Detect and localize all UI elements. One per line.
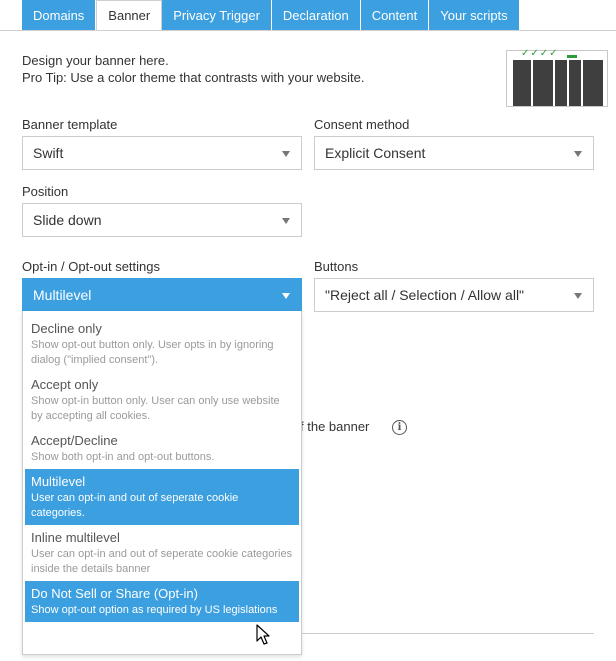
option-description: Show both opt-in and opt-out buttons. bbox=[31, 451, 215, 463]
tab-domains[interactable]: Domains bbox=[22, 0, 97, 30]
option-title: Accept only bbox=[31, 377, 99, 392]
tab-bar: Domains Banner Privacy Trigger Declarati… bbox=[22, 0, 520, 30]
consent-method-label: Consent method bbox=[314, 117, 410, 132]
chevron-down-icon bbox=[574, 151, 582, 157]
banner-option-label: f the banner bbox=[300, 419, 370, 434]
tab-declaration[interactable]: Declaration bbox=[271, 0, 361, 30]
section-divider bbox=[300, 633, 594, 634]
optin-settings-select[interactable]: Multilevel bbox=[22, 278, 302, 312]
preview-column bbox=[513, 60, 531, 106]
preview-dash bbox=[567, 55, 577, 58]
dropdown-option-accept-only[interactable]: Accept only Show opt-in button only. Use… bbox=[25, 372, 299, 428]
tab-banner[interactable]: Banner bbox=[96, 0, 163, 30]
consent-method-value: Explicit Consent bbox=[325, 145, 426, 161]
option-title: Do Not Sell or Share (Opt-in) bbox=[31, 586, 198, 601]
option-title: Multilevel bbox=[31, 474, 86, 489]
banner-template-value: Swift bbox=[33, 145, 64, 161]
buttons-label: Buttons bbox=[314, 259, 359, 274]
tab-divider bbox=[0, 30, 616, 31]
option-description: Show opt-out button only. User opts in b… bbox=[31, 339, 274, 366]
optin-dropdown-list: Decline only Show opt-out button only. U… bbox=[22, 311, 302, 655]
consent-method-select[interactable]: Explicit Consent bbox=[314, 136, 594, 170]
preview-column bbox=[583, 60, 603, 106]
tab-content[interactable]: Content bbox=[360, 0, 430, 30]
dropdown-option-multilevel[interactable]: Multilevel User can opt-in and out of se… bbox=[25, 469, 299, 525]
info-icon[interactable]: i bbox=[392, 420, 407, 435]
option-description: User can opt-in and out of seperate cook… bbox=[31, 492, 239, 519]
intro-text: Design your banner here. Pro Tip: Use a … bbox=[22, 52, 364, 86]
preview-column bbox=[533, 60, 553, 106]
intro-line-2: Pro Tip: Use a color theme that contrast… bbox=[22, 70, 365, 85]
option-description: User can opt-in and out of seperate cook… bbox=[31, 548, 293, 575]
buttons-select[interactable]: "Reject all / Selection / Allow all" bbox=[314, 278, 594, 312]
mouse-cursor-icon bbox=[256, 624, 270, 645]
option-title: Decline only bbox=[31, 321, 102, 336]
dropdown-option-inline-multilevel[interactable]: Inline multilevel User can opt-in and ou… bbox=[25, 525, 299, 581]
preview-column bbox=[555, 60, 567, 106]
position-value: Slide down bbox=[33, 212, 102, 228]
tab-privacy-trigger[interactable]: Privacy Trigger bbox=[162, 0, 272, 30]
intro-line-1: Design your banner here. bbox=[22, 53, 169, 68]
option-title: Inline multilevel bbox=[31, 530, 120, 545]
dropdown-option-accept-decline[interactable]: Accept/Decline Show both opt-in and opt-… bbox=[25, 428, 299, 469]
chevron-down-icon bbox=[574, 293, 582, 299]
banner-template-label: Banner template bbox=[22, 117, 118, 132]
optin-settings-value: Multilevel bbox=[33, 287, 92, 303]
chevron-down-icon bbox=[282, 218, 290, 224]
buttons-value: "Reject all / Selection / Allow all" bbox=[325, 287, 525, 303]
preview-check-icon: ✓✓✓✓ bbox=[521, 48, 559, 59]
dropdown-option-decline-only[interactable]: Decline only Show opt-out button only. U… bbox=[25, 316, 299, 372]
banner-preview-thumbnail[interactable]: ✓✓✓✓ bbox=[506, 48, 608, 107]
optin-settings-label: Opt-in / Opt-out settings bbox=[22, 259, 161, 274]
banner-template-select[interactable]: Swift bbox=[22, 136, 302, 170]
option-description: Show opt-in button only. User can only u… bbox=[31, 395, 280, 422]
position-select[interactable]: Slide down bbox=[22, 203, 302, 237]
option-description: Show opt-out option as required by US le… bbox=[31, 604, 278, 616]
tab-your-scripts[interactable]: Your scripts bbox=[429, 0, 520, 30]
dropdown-option-do-not-sell[interactable]: Do Not Sell or Share (Opt-in) Show opt-o… bbox=[25, 581, 299, 622]
chevron-down-icon bbox=[282, 151, 290, 157]
position-label: Position bbox=[22, 184, 69, 199]
chevron-down-icon bbox=[282, 293, 290, 299]
preview-column bbox=[569, 60, 581, 106]
option-title: Accept/Decline bbox=[31, 433, 118, 448]
